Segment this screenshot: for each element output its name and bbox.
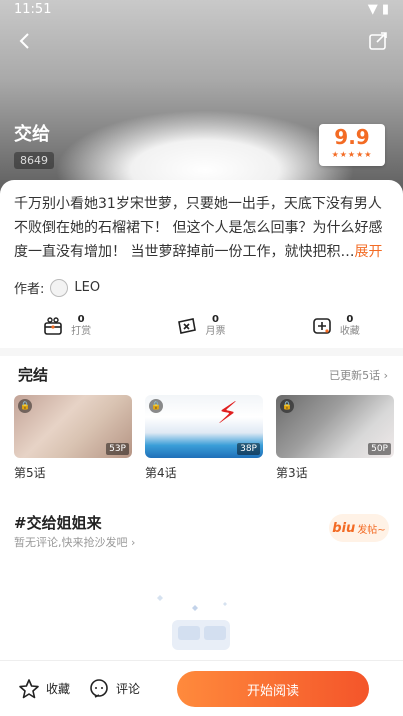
synopsis: 千万别小看她31岁宋世萝，只要她一出手，天底下没有男人不败倒在她的石榴裙下！ 但… — [14, 192, 390, 264]
author-label: 作者: — [14, 282, 45, 297]
author-avatar — [50, 278, 69, 297]
episodes-more-link[interactable]: 已更新5话 › — [329, 367, 388, 383]
comments-empty-link[interactable]: 暂无评论,快来抢沙发吧 › — [14, 534, 135, 550]
comments-empty-text: 暂无评论,快来抢沙发吧 — [14, 536, 128, 549]
episode-label: 第5话 — [14, 466, 46, 480]
comments-title: #交给姐姐来 — [14, 514, 102, 532]
score-value: 9.9 — [334, 125, 370, 149]
author-row[interactable]: 作者: LEO — [14, 278, 100, 297]
thumbnail-art: ⚡ — [217, 396, 239, 431]
expand-link[interactable]: 展开 — [354, 244, 382, 260]
star-outline-icon — [19, 678, 39, 698]
stat-reward[interactable]: 0 打赏 — [0, 306, 134, 346]
stat-collect[interactable]: 0 收藏 — [269, 306, 403, 346]
stats-row: 0 打赏 0 月票 0 收藏 — [0, 306, 403, 346]
favorite-button[interactable]: 收藏 — [18, 678, 70, 700]
episode-card[interactable]: 🔒 50P 第3话 — [276, 395, 394, 481]
synopsis-text: 千万别小看她31岁宋世萝，只要她一出手，天底下没有男人不败倒在她的石榴裙下！ 但… — [14, 196, 383, 260]
episodes-status: 完结 — [18, 366, 49, 384]
comment-button[interactable]: 评论 — [88, 678, 140, 700]
star-rating: ★★★★★ — [331, 150, 373, 159]
episode-card[interactable]: 🔒 ⚡ 38P 第4话 — [145, 395, 263, 481]
ticket-icon — [178, 318, 197, 334]
share-icon[interactable] — [367, 30, 389, 52]
stat-ticket-label: 月票 — [205, 326, 226, 337]
stat-reward-label: 打赏 — [71, 326, 92, 337]
stat-collect-count: 0 — [346, 314, 354, 325]
start-reading-button[interactable]: 开始阅读 — [177, 671, 369, 707]
episode-thumbnail: 🔒 ⚡ 38P — [145, 395, 263, 458]
post-logo: biu — [332, 520, 356, 536]
episode-page-count: 50P — [368, 443, 391, 455]
episode-label: 第4话 — [145, 466, 177, 480]
episode-label: 第3话 — [276, 466, 308, 480]
post-label: 发帖~ — [357, 524, 386, 536]
gift-box-icon — [44, 317, 62, 335]
comment-label: 评论 — [116, 682, 141, 696]
stat-ticket-count: 0 — [212, 314, 219, 325]
episode-thumbnail: 🔒 50P — [276, 395, 394, 458]
episode-thumbnail: 🔒 53P — [14, 395, 132, 458]
empty-sofa-illustration — [157, 595, 230, 650]
episode-list: 🔒 53P 第5话 🔒 ⚡ 38P 第4话 🔒 50P 第3话 — [14, 395, 394, 481]
author-name: LEO — [74, 280, 101, 295]
section-divider — [0, 348, 403, 356]
chevron-right-icon: › — [383, 368, 388, 382]
cover-hero: 11:51 ▼ ▮ 交给 8649 9.9 ★★★★★ — [0, 0, 403, 200]
favorite-label: 收藏 — [46, 682, 71, 696]
episode-page-count: 53P — [106, 443, 129, 455]
lock-icon: 🔒 — [18, 399, 32, 413]
status-time: 11:51 — [14, 2, 52, 17]
detail-card: 千万别小看她31岁宋世萝，只要她一出手，天底下没有男人不败倒在她的石榴裙下！ 但… — [0, 180, 403, 660]
comment-bubble-icon — [90, 678, 108, 698]
episodes-header: 完结 已更新5话 › — [18, 364, 388, 385]
comic-title: 交给 — [14, 124, 50, 145]
episode-card[interactable]: 🔒 53P 第5话 — [14, 395, 132, 481]
collect-icon — [313, 318, 331, 334]
status-icons: ▼ ▮ — [367, 2, 389, 17]
chevron-right-icon: › — [131, 536, 136, 549]
score-badge: 9.9 ★★★★★ — [319, 124, 385, 166]
popularity-count: 8649 — [14, 152, 54, 169]
lock-icon: 🔒 — [149, 399, 163, 413]
status-bar: 11:51 ▼ ▮ — [0, 0, 403, 22]
episode-page-count: 38P — [237, 443, 260, 455]
stat-monthly-ticket[interactable]: 0 月票 — [134, 306, 268, 346]
stat-reward-count: 0 — [77, 314, 85, 325]
bottom-action-bar: 收藏 评论 开始阅读 — [0, 660, 403, 716]
lock-icon: 🔒 — [280, 399, 294, 413]
post-button[interactable]: biu 发帖~ — [329, 514, 389, 542]
back-icon[interactable] — [14, 30, 36, 52]
episodes-update-count: 已更新5话 — [329, 368, 381, 382]
stat-collect-label: 收藏 — [339, 326, 360, 337]
